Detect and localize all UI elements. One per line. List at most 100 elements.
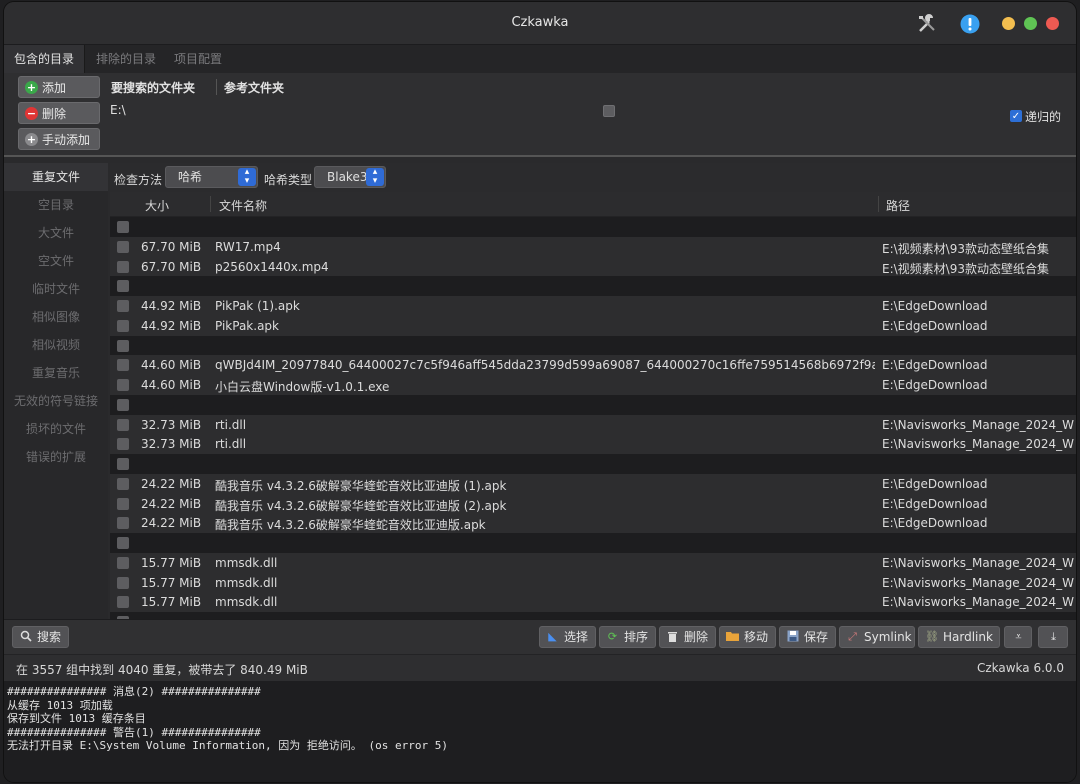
group-header-row[interactable] [110, 335, 1076, 356]
sort-icon: ⟳ [607, 630, 618, 643]
select-button[interactable]: ◣ 选择 [539, 626, 596, 648]
row-checkbox[interactable] [117, 240, 129, 253]
dir-entry-path[interactable]: E:\ [110, 103, 126, 117]
table-row[interactable]: 24.22 MiB 酷我音乐 v4.3.2.6破解豪华蝰蛇音效比亚迪版 (1).a… [110, 473, 1076, 494]
expand-bottom-button[interactable]: ⤓ [1038, 626, 1068, 648]
row-checkbox[interactable] [117, 576, 129, 589]
table-row[interactable]: 44.60 MiB qWBJd4IM_20977840_64400027c7c5f… [110, 355, 1076, 375]
file-path: E:\Navisworks_Manage_2024_Win [882, 595, 1074, 610]
col-path-header[interactable]: 路径 [886, 197, 910, 214]
file-size: 67.70 MiB [141, 239, 202, 254]
table-row[interactable]: 24.22 MiB 酷我音乐 v4.3.2.6破解豪华蝰蛇音效比亚迪版.apk E:… [110, 513, 1076, 533]
table-row[interactable]: 15.77 MiB mmsdk.dll E:\Navisworks_Manage_2… [110, 592, 1076, 612]
sidebar-item-invalid-symlinks[interactable]: 无效的符号链接 [4, 387, 108, 415]
file-size: 44.92 MiB [141, 318, 202, 333]
row-checkbox[interactable] [117, 438, 129, 451]
reference-checkbox[interactable] [603, 105, 615, 117]
row-checkbox[interactable] [117, 221, 129, 233]
remove-dir-label: 删除 [42, 107, 67, 121]
symlink-button[interactable]: ⤢ Symlink [839, 626, 915, 648]
results-table-body: 67.70 MiB RW17.mp4 E:\视频素材\93款动态壁纸合集 67.70 … [110, 217, 1076, 619]
save-button[interactable]: 保存 [779, 626, 836, 648]
recursive-checkbox[interactable]: ✓ [1010, 110, 1022, 122]
status-bar: 在 3557 组中找到 4040 重复，被带去了 840.49 MiB Czka… [4, 654, 1076, 681]
sidebar-item-similar-videos[interactable]: 相似视频 [4, 331, 108, 359]
tab-excluded-dirs[interactable]: 排除的目录 [86, 45, 166, 73]
group-header-row[interactable] [110, 533, 1076, 553]
close-button[interactable] [1046, 17, 1059, 30]
row-checkbox[interactable] [117, 319, 129, 332]
file-name: mmsdk.dll [215, 555, 278, 570]
sidebar-item-temp-files[interactable]: 临时文件 [4, 275, 108, 303]
row-checkbox[interactable] [117, 537, 129, 549]
table-row[interactable]: 32.73 MiB rti.dll E:\Navisworks_Manage_202… [110, 414, 1076, 435]
plus-icon: + [25, 81, 38, 94]
row-checkbox[interactable] [117, 359, 129, 372]
group-header-row[interactable] [110, 394, 1076, 415]
group-header-row[interactable] [110, 454, 1076, 474]
row-checkbox[interactable] [117, 517, 129, 530]
sidebar-item-bad-extensions[interactable]: 错误的扩展 [4, 443, 108, 471]
file-size: 67.70 MiB [141, 259, 202, 274]
row-checkbox[interactable] [117, 596, 129, 609]
hash-type-select[interactable]: Blake3 ▴ ▾ [314, 166, 386, 188]
log-line: ############### 消息(2) ############### [7, 685, 261, 698]
tab-project-config[interactable]: 项目配置 [164, 45, 232, 73]
row-checkbox[interactable] [117, 300, 129, 312]
table-row[interactable]: 15.77 MiB mmsdk.dll E:\Navisworks_Manage_2… [110, 552, 1076, 573]
search-button[interactable]: 搜索 [12, 626, 69, 648]
delete-button[interactable]: 删除 [659, 626, 716, 648]
remove-dir-button[interactable]: − 删除 [18, 102, 100, 124]
tools-icon[interactable] [916, 13, 938, 35]
results-panel: 检查方法 哈希 ▴ ▾ 哈希类型 Blake3 ▴ ▾ 大小 文件名称 路径 67.… [110, 163, 1076, 619]
row-checkbox[interactable] [117, 477, 129, 490]
row-checkbox[interactable] [117, 458, 129, 470]
sidebar-item-empty-files[interactable]: 空文件 [4, 247, 108, 275]
sidebar-item-big-files[interactable]: 大文件 [4, 219, 108, 247]
table-row[interactable]: 67.70 MiB p2560x1440x.mp4 E:\视频素材\93款动态壁纸合… [110, 256, 1076, 277]
file-name: PikPak (1).apk [215, 299, 300, 313]
check-method-select[interactable]: 哈希 ▴ ▾ [165, 166, 258, 188]
sidebar-item-similar-images[interactable]: 相似图像 [4, 303, 108, 331]
table-row[interactable]: 15.77 MiB mmsdk.dll E:\Navisworks_Manage_2… [110, 572, 1076, 593]
table-row[interactable]: 67.70 MiB RW17.mp4 E:\视频素材\93款动态壁纸合集 [110, 236, 1076, 257]
check-method-value: 哈希 [178, 170, 203, 184]
collapse-bottom-button[interactable]: ⩡ [1004, 626, 1032, 648]
table-row[interactable]: 44.92 MiB PikPak.apk E:\EdgeDownload [110, 315, 1076, 336]
row-checkbox[interactable] [117, 280, 129, 293]
group-header-row[interactable] [110, 612, 1076, 619]
maximize-button[interactable] [1024, 17, 1037, 30]
method-controls: 检查方法 哈希 ▴ ▾ 哈希类型 Blake3 ▴ ▾ [110, 163, 1076, 191]
sidebar-item-duplicates[interactable]: 重复文件 [4, 163, 108, 191]
table-row[interactable]: 44.60 MiB 小白云盘Window版-v1.0.1.exe E:\EdgeDo… [110, 375, 1076, 395]
row-checkbox[interactable] [117, 260, 129, 273]
hardlink-button[interactable]: ⛓ Hardlink [918, 626, 1000, 648]
column-divider [216, 79, 217, 95]
tab-included-dirs[interactable]: 包含的目录 [4, 45, 86, 73]
info-icon[interactable] [959, 13, 981, 35]
sort-button[interactable]: ⟳ 排序 [599, 626, 656, 648]
group-header-row[interactable] [110, 276, 1076, 296]
row-checkbox[interactable] [117, 398, 129, 411]
table-row[interactable]: 24.22 MiB 酷我音乐 v4.3.2.6破解豪华蝰蛇音效比亚迪版 (2).a… [110, 493, 1076, 514]
row-checkbox[interactable] [117, 379, 129, 391]
manual-add-button[interactable]: + 手动添加 [18, 128, 100, 150]
group-header-row[interactable] [110, 217, 1076, 237]
file-path: E:\EdgeDownload [882, 496, 988, 511]
sidebar-item-broken-files[interactable]: 损坏的文件 [4, 415, 108, 443]
row-checkbox[interactable] [117, 418, 129, 431]
sidebar-item-empty-dirs[interactable]: 空目录 [4, 191, 108, 219]
add-dir-button[interactable]: + 添加 [18, 76, 100, 98]
move-button[interactable]: 移动 [719, 626, 776, 648]
col-name-header[interactable]: 文件名称 [219, 197, 267, 214]
row-checkbox[interactable] [117, 339, 129, 352]
file-path: E:\EdgeDownload [882, 299, 988, 313]
col-size-header[interactable]: 大小 [145, 197, 169, 214]
sidebar-item-duplicate-music[interactable]: 重复音乐 [4, 359, 108, 387]
table-row[interactable]: 44.92 MiB PikPak (1).apk E:\EdgeDownload [110, 296, 1076, 316]
row-checkbox[interactable] [117, 556, 129, 569]
table-row[interactable]: 32.73 MiB rti.dll E:\Navisworks_Manage_202… [110, 434, 1076, 454]
minimize-button[interactable] [1002, 17, 1015, 30]
row-checkbox[interactable] [117, 497, 129, 510]
link-icon: ⛓ [925, 630, 939, 643]
